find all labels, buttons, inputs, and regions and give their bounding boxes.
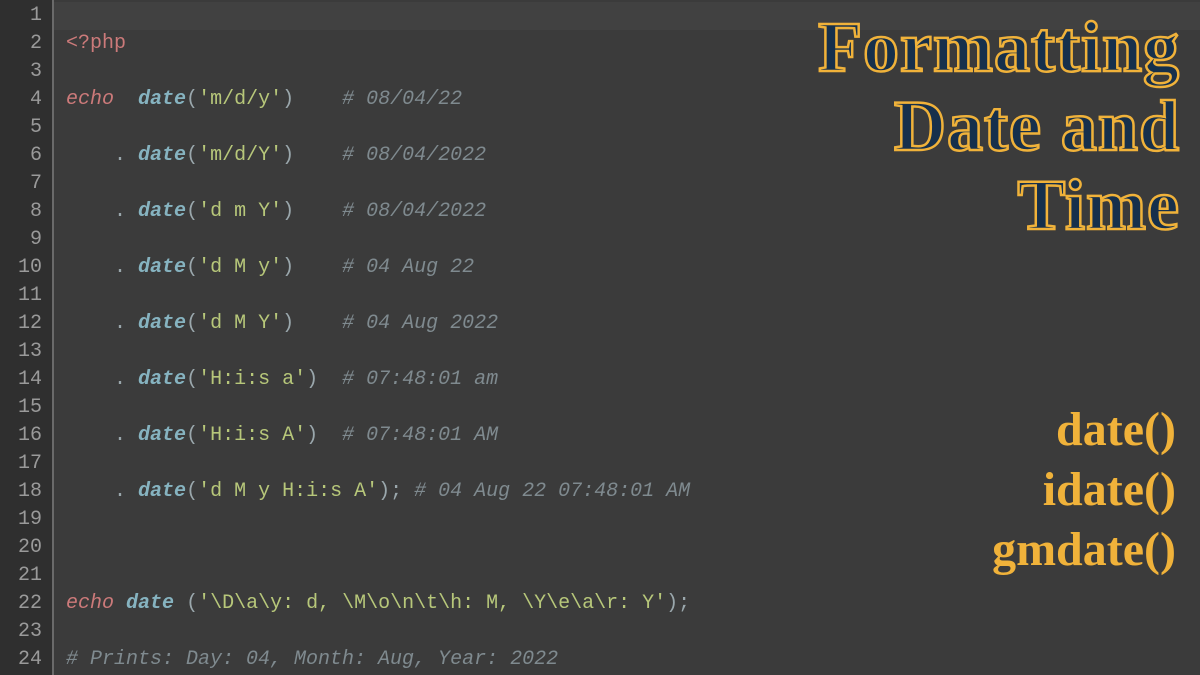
code-line: [66, 534, 1200, 562]
line-number: 2: [0, 30, 42, 58]
comment: # 08/04/22: [342, 88, 462, 111]
line-number: 8: [0, 198, 42, 226]
comment: # 07:48:01 am: [342, 368, 498, 391]
concat-op: .: [114, 368, 126, 391]
line-number: 23: [0, 618, 42, 646]
string-arg: 'd M Y': [198, 312, 282, 335]
code-line: . date('d M Y') # 04 Aug 2022: [66, 310, 1200, 338]
concat-op: .: [114, 480, 126, 503]
line-number: 3: [0, 58, 42, 86]
concat-op: .: [114, 424, 126, 447]
code-line: echo date('m/d/y') # 08/04/22: [66, 86, 1200, 114]
line-number: 6: [0, 142, 42, 170]
paren: ): [282, 200, 294, 223]
line-number: 12: [0, 310, 42, 338]
paren: (: [186, 88, 198, 111]
code-line: . date('m/d/Y') # 08/04/2022: [66, 142, 1200, 170]
line-number: 10: [0, 254, 42, 282]
comment: # 04 Aug 2022: [342, 312, 498, 335]
keyword-echo: echo: [66, 88, 114, 111]
comment: # 04 Aug 22 07:48:01 AM: [414, 480, 690, 503]
paren: ): [282, 144, 294, 167]
function-date: date: [138, 256, 186, 279]
line-number: 5: [0, 114, 42, 142]
php-open-tag: <?php: [66, 32, 126, 55]
line-number: 1: [0, 2, 42, 30]
concat-op: .: [114, 200, 126, 223]
paren: (: [186, 592, 198, 615]
string-arg: 'm/d/Y': [198, 144, 282, 167]
line-number: 24: [0, 646, 42, 674]
string-arg: 'H:i:s a': [198, 368, 306, 391]
concat-op: .: [114, 312, 126, 335]
paren: (: [186, 312, 198, 335]
line-number: 17: [0, 450, 42, 478]
string-arg: 'd M y H:i:s A': [198, 480, 378, 503]
paren: ): [282, 312, 294, 335]
code-line: . date('d m Y') # 08/04/2022: [66, 198, 1200, 226]
line-number: 11: [0, 282, 42, 310]
line-number: 22: [0, 590, 42, 618]
line-number: 20: [0, 534, 42, 562]
code-line: . date('H:i:s a') # 07:48:01 am: [66, 366, 1200, 394]
comment: # 07:48:01 AM: [342, 424, 498, 447]
string-arg: '\D\a\y: d, \M\o\n\t\h: M, \Y\e\a\r: Y': [198, 592, 666, 615]
function-date: date: [138, 480, 186, 503]
function-date: date: [138, 88, 186, 111]
line-number: 21: [0, 562, 42, 590]
paren: (: [186, 480, 198, 503]
code-line: . date('d M y H:i:s A'); # 04 Aug 22 07:…: [66, 478, 1200, 506]
string-arg: 'H:i:s A': [198, 424, 306, 447]
code-editor: 1 2 3 4 5 6 7 8 9 10 11 12 13 14 15 16 1…: [0, 0, 1200, 675]
function-date: date: [138, 312, 186, 335]
line-number: 13: [0, 338, 42, 366]
string-arg: 'd m Y': [198, 200, 282, 223]
paren: ): [306, 368, 318, 391]
code-area[interactable]: <?php echo date('m/d/y') # 08/04/22 . da…: [52, 0, 1200, 675]
paren: ): [282, 256, 294, 279]
paren: (: [186, 368, 198, 391]
function-date: date: [138, 144, 186, 167]
concat-op: .: [114, 144, 126, 167]
function-date: date: [138, 424, 186, 447]
paren: ): [306, 424, 318, 447]
line-number: 19: [0, 506, 42, 534]
function-date: date: [126, 592, 174, 615]
function-date: date: [138, 368, 186, 391]
comment: # 04 Aug 22: [342, 256, 474, 279]
paren: ): [282, 88, 294, 111]
code-line: echo date ('\D\a\y: d, \M\o\n\t\h: M, \Y…: [66, 590, 1200, 618]
code-line: . date('H:i:s A') # 07:48:01 AM: [66, 422, 1200, 450]
function-date: date: [138, 200, 186, 223]
comment: # 08/04/2022: [342, 144, 486, 167]
paren: (: [186, 144, 198, 167]
code-content: <?php echo date('m/d/y') # 08/04/22 . da…: [52, 0, 1200, 675]
comment: # Prints: Day: 04, Month: Aug, Year: 202…: [66, 648, 558, 671]
string-arg: 'd M y': [198, 256, 282, 279]
string-arg: 'm/d/y': [198, 88, 282, 111]
comment: # 08/04/2022: [342, 200, 486, 223]
line-number: 4: [0, 86, 42, 114]
line-number: 14: [0, 366, 42, 394]
line-number: 9: [0, 226, 42, 254]
code-line: # Prints: Day: 04, Month: Aug, Year: 202…: [66, 646, 1200, 674]
line-number: 7: [0, 170, 42, 198]
code-line: <?php: [66, 30, 1200, 58]
line-number-gutter: 1 2 3 4 5 6 7 8 9 10 11 12 13 14 15 16 1…: [0, 0, 52, 675]
paren: (: [186, 200, 198, 223]
line-number: 16: [0, 422, 42, 450]
line-number: 18: [0, 478, 42, 506]
line-number: 15: [0, 394, 42, 422]
paren: );: [378, 480, 402, 503]
paren: );: [666, 592, 690, 615]
keyword-echo: echo: [66, 592, 114, 615]
code-line: . date('d M y') # 04 Aug 22: [66, 254, 1200, 282]
paren: (: [186, 256, 198, 279]
paren: (: [186, 424, 198, 447]
concat-op: .: [114, 256, 126, 279]
